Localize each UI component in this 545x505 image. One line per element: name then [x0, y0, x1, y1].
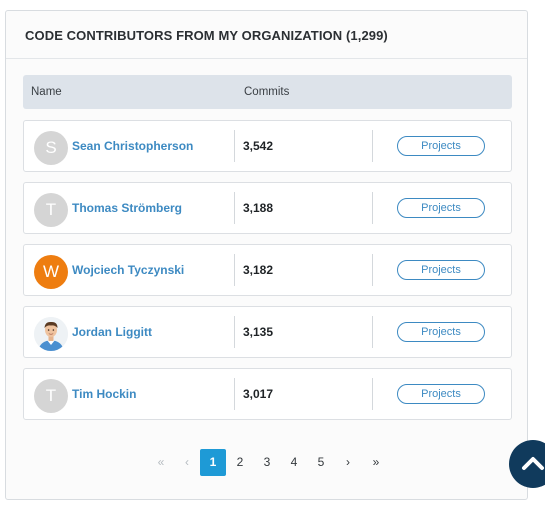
commit-count: 3,188 [243, 201, 274, 215]
projects-button[interactable]: Projects [397, 198, 485, 218]
table-row: S Sean Christopherson 3,542 Projects [23, 120, 512, 172]
contributor-count: (1,299) [345, 28, 388, 43]
divider [372, 130, 373, 162]
page-4-button[interactable]: 4 [281, 449, 307, 476]
last-page-button[interactable]: » [363, 449, 389, 476]
divider [234, 130, 235, 162]
table-row: T Tim Hockin 3,017 Projects [23, 368, 512, 420]
contributor-name-link[interactable]: Sean Christopherson [72, 139, 193, 153]
commit-count: 3,017 [243, 387, 274, 401]
table-row: T Thomas Strömberg 3,188 Projects [23, 182, 512, 234]
panel-title: CODE CONTRIBUTORS FROM MY ORGANIZATION (… [6, 11, 527, 59]
column-header-commits: Commits [244, 86, 290, 98]
divider [372, 316, 373, 348]
avatar: T [34, 379, 68, 413]
chevron-up-icon [522, 457, 544, 470]
person-photo-icon [34, 317, 68, 351]
commit-count: 3,182 [243, 263, 274, 277]
divider [234, 192, 235, 224]
divider [372, 192, 373, 224]
prev-page-button[interactable]: ‹ [174, 449, 200, 476]
divider [372, 378, 373, 410]
page-2-button[interactable]: 2 [227, 449, 253, 476]
avatar: W [34, 255, 68, 289]
page-5-button[interactable]: 5 [308, 449, 334, 476]
avatar: T [34, 193, 68, 227]
page-1-button[interactable]: 1 [200, 449, 226, 476]
divider [372, 254, 373, 286]
page-3-button[interactable]: 3 [254, 449, 280, 476]
table-header: Name Commits [23, 75, 512, 109]
contributor-name-link[interactable]: Wojciech Tyczynski [72, 263, 184, 277]
divider [234, 316, 235, 348]
projects-button[interactable]: Projects [397, 260, 485, 280]
avatar-photo [34, 317, 68, 351]
projects-button[interactable]: Projects [397, 136, 485, 156]
projects-button[interactable]: Projects [397, 322, 485, 342]
divider [234, 254, 235, 286]
projects-button[interactable]: Projects [397, 384, 485, 404]
contributors-panel: CODE CONTRIBUTORS FROM MY ORGANIZATION (… [5, 10, 528, 500]
table-row: Jordan Liggitt 3,135 Projects [23, 306, 512, 358]
first-page-button[interactable]: « [148, 449, 174, 476]
contributor-name-link[interactable]: Jordan Liggitt [72, 325, 152, 339]
panel-title-text: CODE CONTRIBUTORS FROM MY ORGANIZATION [25, 28, 343, 43]
avatar: S [34, 131, 68, 165]
divider [234, 378, 235, 410]
table-row: W Wojciech Tyczynski 3,182 Projects [23, 244, 512, 296]
commit-count: 3,135 [243, 325, 274, 339]
contributor-name-link[interactable]: Tim Hockin [72, 387, 136, 401]
contributor-name-link[interactable]: Thomas Strömberg [72, 201, 182, 215]
next-page-button[interactable]: › [335, 449, 361, 476]
column-header-name: Name [31, 86, 62, 98]
commit-count: 3,542 [243, 139, 274, 153]
